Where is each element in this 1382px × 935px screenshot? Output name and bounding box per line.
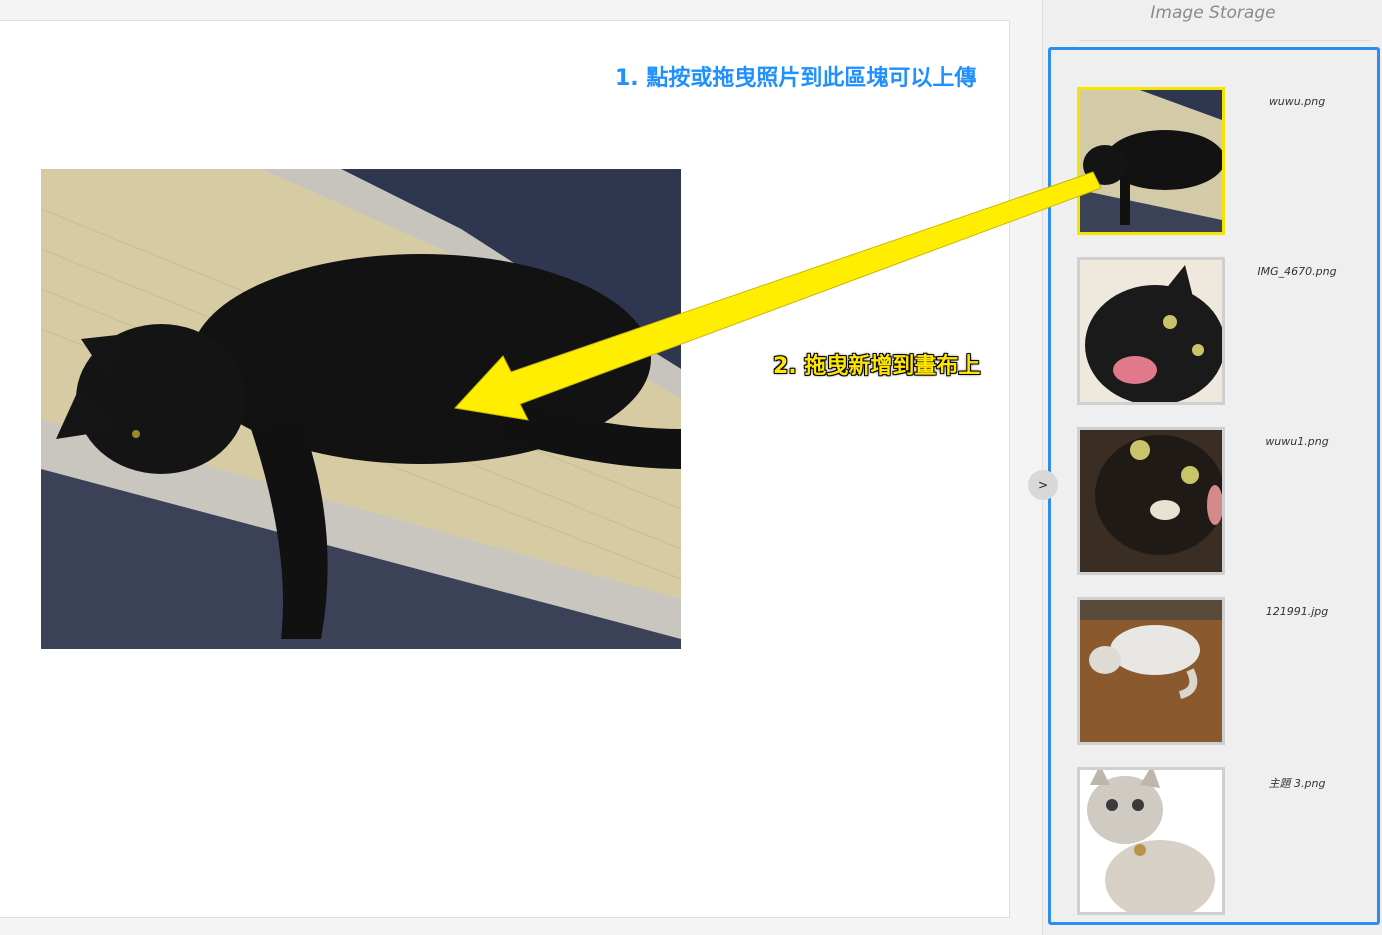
canvas-cat-photo[interactable] xyxy=(41,169,681,649)
storage-item[interactable]: IMG_4670.png xyxy=(1051,257,1382,417)
black-cat-lying-thumbnail-icon[interactable] xyxy=(1077,87,1225,235)
file-name: 121991.jpg xyxy=(1265,605,1329,618)
file-name: wuwu1.png xyxy=(1265,435,1329,448)
drag-instruction: 2. 拖曳新增到畫布上 xyxy=(773,354,981,379)
black-cat-yawning-thumbnail-icon[interactable] xyxy=(1077,257,1225,405)
white-cat-on-floor-thumbnail-icon[interactable] xyxy=(1077,597,1225,745)
file-name: 主題 3.png xyxy=(1268,777,1326,790)
upload-drop-zone[interactable]: wuwu.png IMG_4670.png wuwu1.png 121991.j… xyxy=(1048,47,1380,925)
chevron-right-icon: > xyxy=(1037,478,1049,492)
sidebar-toggle-button[interactable]: > xyxy=(1028,470,1058,500)
image-storage-sidebar: Image Storage wuwu.png IMG_4670.png wuwu… xyxy=(1042,0,1382,935)
upload-instruction: 1. 點按或拖曳照片到此區塊可以上傳 xyxy=(615,66,977,91)
sidebar-divider xyxy=(1079,40,1371,41)
tabby-cat-cutout-thumbnail-icon[interactable] xyxy=(1077,767,1225,915)
file-name: wuwu.png xyxy=(1268,95,1326,108)
storage-item[interactable]: wuwu1.png xyxy=(1051,427,1382,587)
storage-item[interactable]: wuwu.png xyxy=(1051,87,1382,247)
sidebar-title: Image Storage xyxy=(1150,3,1276,23)
file-name: IMG_4670.png xyxy=(1257,265,1337,278)
black-cat-photo-image xyxy=(41,169,681,649)
storage-item[interactable]: 121991.jpg xyxy=(1051,597,1382,757)
storage-item[interactable]: 主題 3.png xyxy=(1051,767,1382,927)
black-cat-closeup-thumbnail-icon[interactable] xyxy=(1077,427,1225,575)
canvas-area[interactable] xyxy=(0,20,1010,918)
